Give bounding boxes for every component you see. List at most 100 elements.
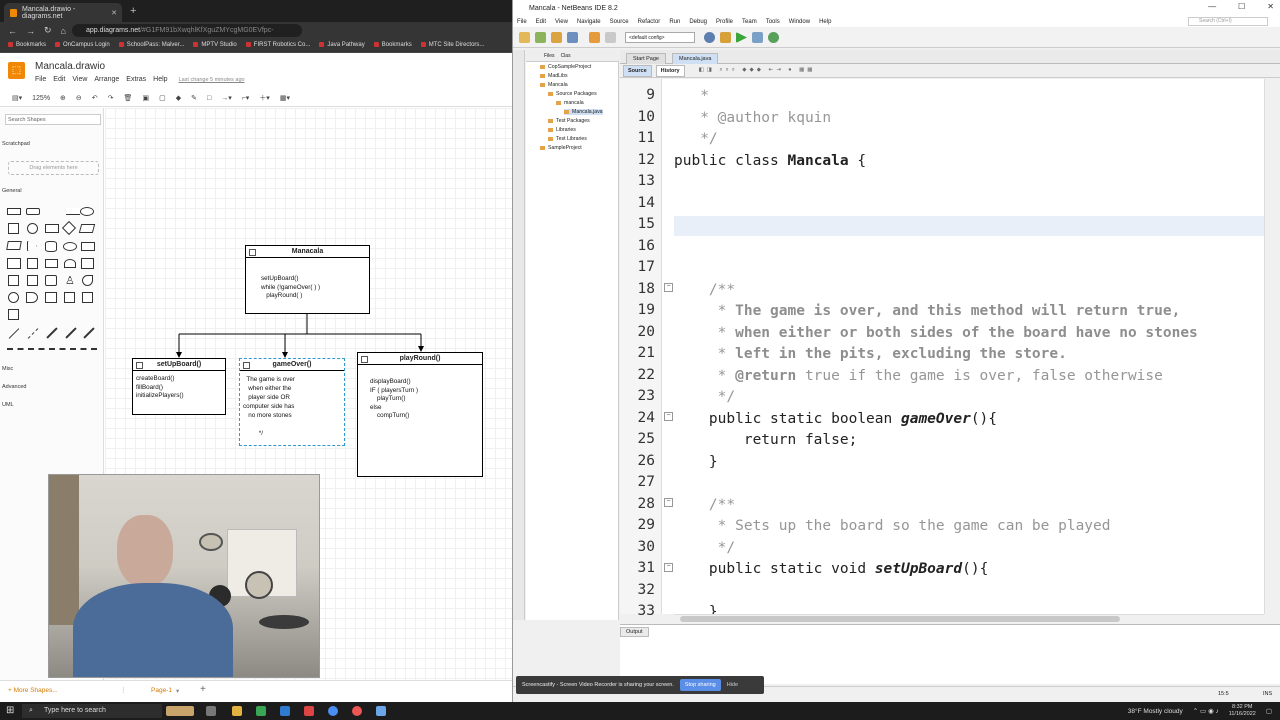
config-select[interactable]: <default config> [625, 32, 695, 43]
view-panels-icon[interactable]: ▤▾ [12, 94, 22, 102]
line-shape[interactable] [8, 328, 20, 339]
bookmark-item[interactable]: Bookmarks [8, 42, 46, 49]
internal-storage-shape[interactable] [7, 258, 21, 269]
tree-item[interactable]: Test Libraries [548, 136, 587, 142]
profile-icon[interactable] [768, 32, 779, 43]
waypoints-icon[interactable]: ⌐▾ [242, 94, 250, 102]
tree-item[interactable]: MadLibs [540, 73, 568, 79]
address-bar[interactable]: app.diagrams.net/#G1FM91bXwqhlKfXguZMYcg… [72, 24, 302, 37]
tab-start-page[interactable]: Start Page [626, 53, 666, 64]
bookmark-item[interactable]: Java Pathway [319, 42, 364, 49]
classes-tab[interactable]: Clas [561, 53, 571, 59]
vertical-scrollbar[interactable] [1264, 79, 1274, 614]
delete-icon[interactable]: 🗑 [124, 94, 133, 102]
step-shape[interactable] [45, 259, 58, 268]
data-storage-shape[interactable] [26, 292, 38, 303]
undo-icon[interactable] [589, 32, 600, 43]
bookmark-item[interactable]: MPTV Studio [193, 42, 236, 49]
fold-toggle-icon[interactable]: − [664, 283, 673, 292]
menu-tools[interactable]: Tools [766, 19, 780, 25]
menu-view[interactable]: View [555, 19, 568, 25]
minimize-icon[interactable]: — [1208, 2, 1216, 11]
weather-text[interactable]: 38°F Mostly cloudy [1128, 708, 1183, 715]
more-shapes-link[interactable]: + More Shapes... [8, 687, 58, 694]
ide-search-input[interactable]: Search (Ctrl+I) [1188, 17, 1268, 26]
manual-input-shape[interactable] [45, 292, 57, 303]
tree-item[interactable]: Source Packages [548, 91, 597, 97]
reload-icon[interactable]: ↻ [44, 25, 52, 36]
source-button[interactable]: Source [623, 64, 652, 77]
open-project-icon[interactable] [551, 32, 562, 43]
last-change-link[interactable]: Last change 5 minutes ago [179, 77, 245, 83]
files-tab[interactable]: Files [544, 53, 555, 59]
close-tab-icon[interactable]: ✕ [111, 9, 117, 17]
tree-item-selected[interactable]: Mancala.java [564, 109, 603, 115]
zoom-in-icon[interactable]: ⊕ [60, 94, 66, 102]
menu-view[interactable]: View [72, 76, 87, 83]
fill-color-icon[interactable]: ◆ [176, 94, 181, 102]
fold-toggle-icon[interactable]: − [664, 563, 673, 572]
tape-shape[interactable] [81, 258, 94, 269]
tree-item[interactable]: Mancala [540, 82, 568, 88]
add-page-icon[interactable]: + [200, 684, 206, 695]
bidirectional-arrow-shape[interactable] [65, 327, 77, 339]
scroll-thumb[interactable] [680, 616, 1120, 622]
file-explorer-icon[interactable] [232, 706, 242, 716]
zoom-select[interactable]: 125% [32, 95, 50, 102]
uml-box-manacala[interactable]: Manacala setUpBoard() while (!gameOver( … [245, 245, 370, 314]
dashed-line-shape[interactable] [27, 328, 39, 339]
or-shape[interactable] [82, 275, 93, 286]
word-icon[interactable] [280, 706, 290, 716]
advanced-header[interactable]: Advanced [0, 384, 104, 390]
redo-icon[interactable]: ↷ [108, 94, 114, 102]
trapezoid-shape[interactable] [64, 259, 76, 268]
frame-shape[interactable] [82, 292, 93, 303]
pages-menu-icon[interactable]: ⋮ [120, 686, 127, 694]
triangle-shape[interactable] [27, 241, 37, 251]
general-header[interactable]: General [0, 188, 104, 194]
tree-item[interactable]: mancala [556, 100, 584, 106]
side-panel-strip[interactable] [513, 50, 525, 620]
uml-box-setupboard[interactable]: setUpBoard() createBoard() fillBoard() i… [132, 358, 226, 415]
tab-mancala-java[interactable]: Mancala.java [672, 53, 719, 64]
container-shape[interactable] [64, 292, 75, 303]
actor-shape[interactable]: ♙ [65, 274, 75, 287]
menu-help[interactable]: Help [153, 76, 167, 83]
menu-team[interactable]: Team [742, 19, 757, 25]
bookmark-item[interactable]: FIRST Robotics Co... [246, 42, 311, 49]
menu-extras[interactable]: Extras [126, 76, 146, 83]
cloud-shape[interactable] [63, 242, 77, 251]
menu-window[interactable]: Window [789, 19, 810, 25]
fold-toggle-icon[interactable]: − [664, 412, 673, 421]
save-all-icon[interactable] [567, 32, 578, 43]
chrome-profile-icon[interactable] [352, 706, 362, 716]
new-project-icon[interactable] [535, 32, 546, 43]
process-shape[interactable] [45, 224, 59, 233]
bookmark-item[interactable]: MTC Site Directors... [421, 42, 485, 49]
scratchpad-header[interactable]: Scratchpad [0, 141, 104, 147]
menu-run[interactable]: Run [669, 19, 680, 25]
rounded-rect-shape[interactable] [26, 208, 40, 215]
search-shapes-input[interactable]: Search Shapes [5, 114, 101, 125]
menu-arrange[interactable]: Arrange [94, 76, 119, 83]
run-icon[interactable] [736, 32, 747, 43]
page-tab[interactable]: Page-1 [151, 687, 172, 694]
new-file-icon[interactable] [519, 32, 530, 43]
back-icon[interactable]: ← [8, 26, 17, 36]
maximize-icon[interactable]: ☐ [1238, 2, 1245, 11]
windows-start-icon[interactable]: ⊞ [6, 705, 14, 716]
tree-item[interactable]: Test Packages [548, 118, 590, 124]
bookmark-item[interactable]: Bookmarks [374, 42, 412, 49]
shadow-icon[interactable]: □ [207, 95, 211, 102]
tree-item[interactable]: CopSampleProject [540, 64, 591, 70]
menu-source[interactable]: Source [610, 19, 629, 25]
menu-edit[interactable]: Edit [53, 76, 65, 83]
menu-file[interactable]: File [35, 76, 46, 83]
stop-sharing-button[interactable]: Stop sharing [679, 679, 721, 691]
redo-icon[interactable] [605, 32, 616, 43]
note-shape[interactable] [8, 275, 19, 286]
app-icon[interactable] [304, 706, 314, 716]
menu-edit[interactable]: Edit [536, 19, 546, 25]
document-shape[interactable] [81, 242, 95, 251]
editor-tools-icons[interactable]: ◧◨ ⌕⌕⌕ ◆◆◆ ⇤⇥ ● ▦▦ [699, 67, 816, 74]
